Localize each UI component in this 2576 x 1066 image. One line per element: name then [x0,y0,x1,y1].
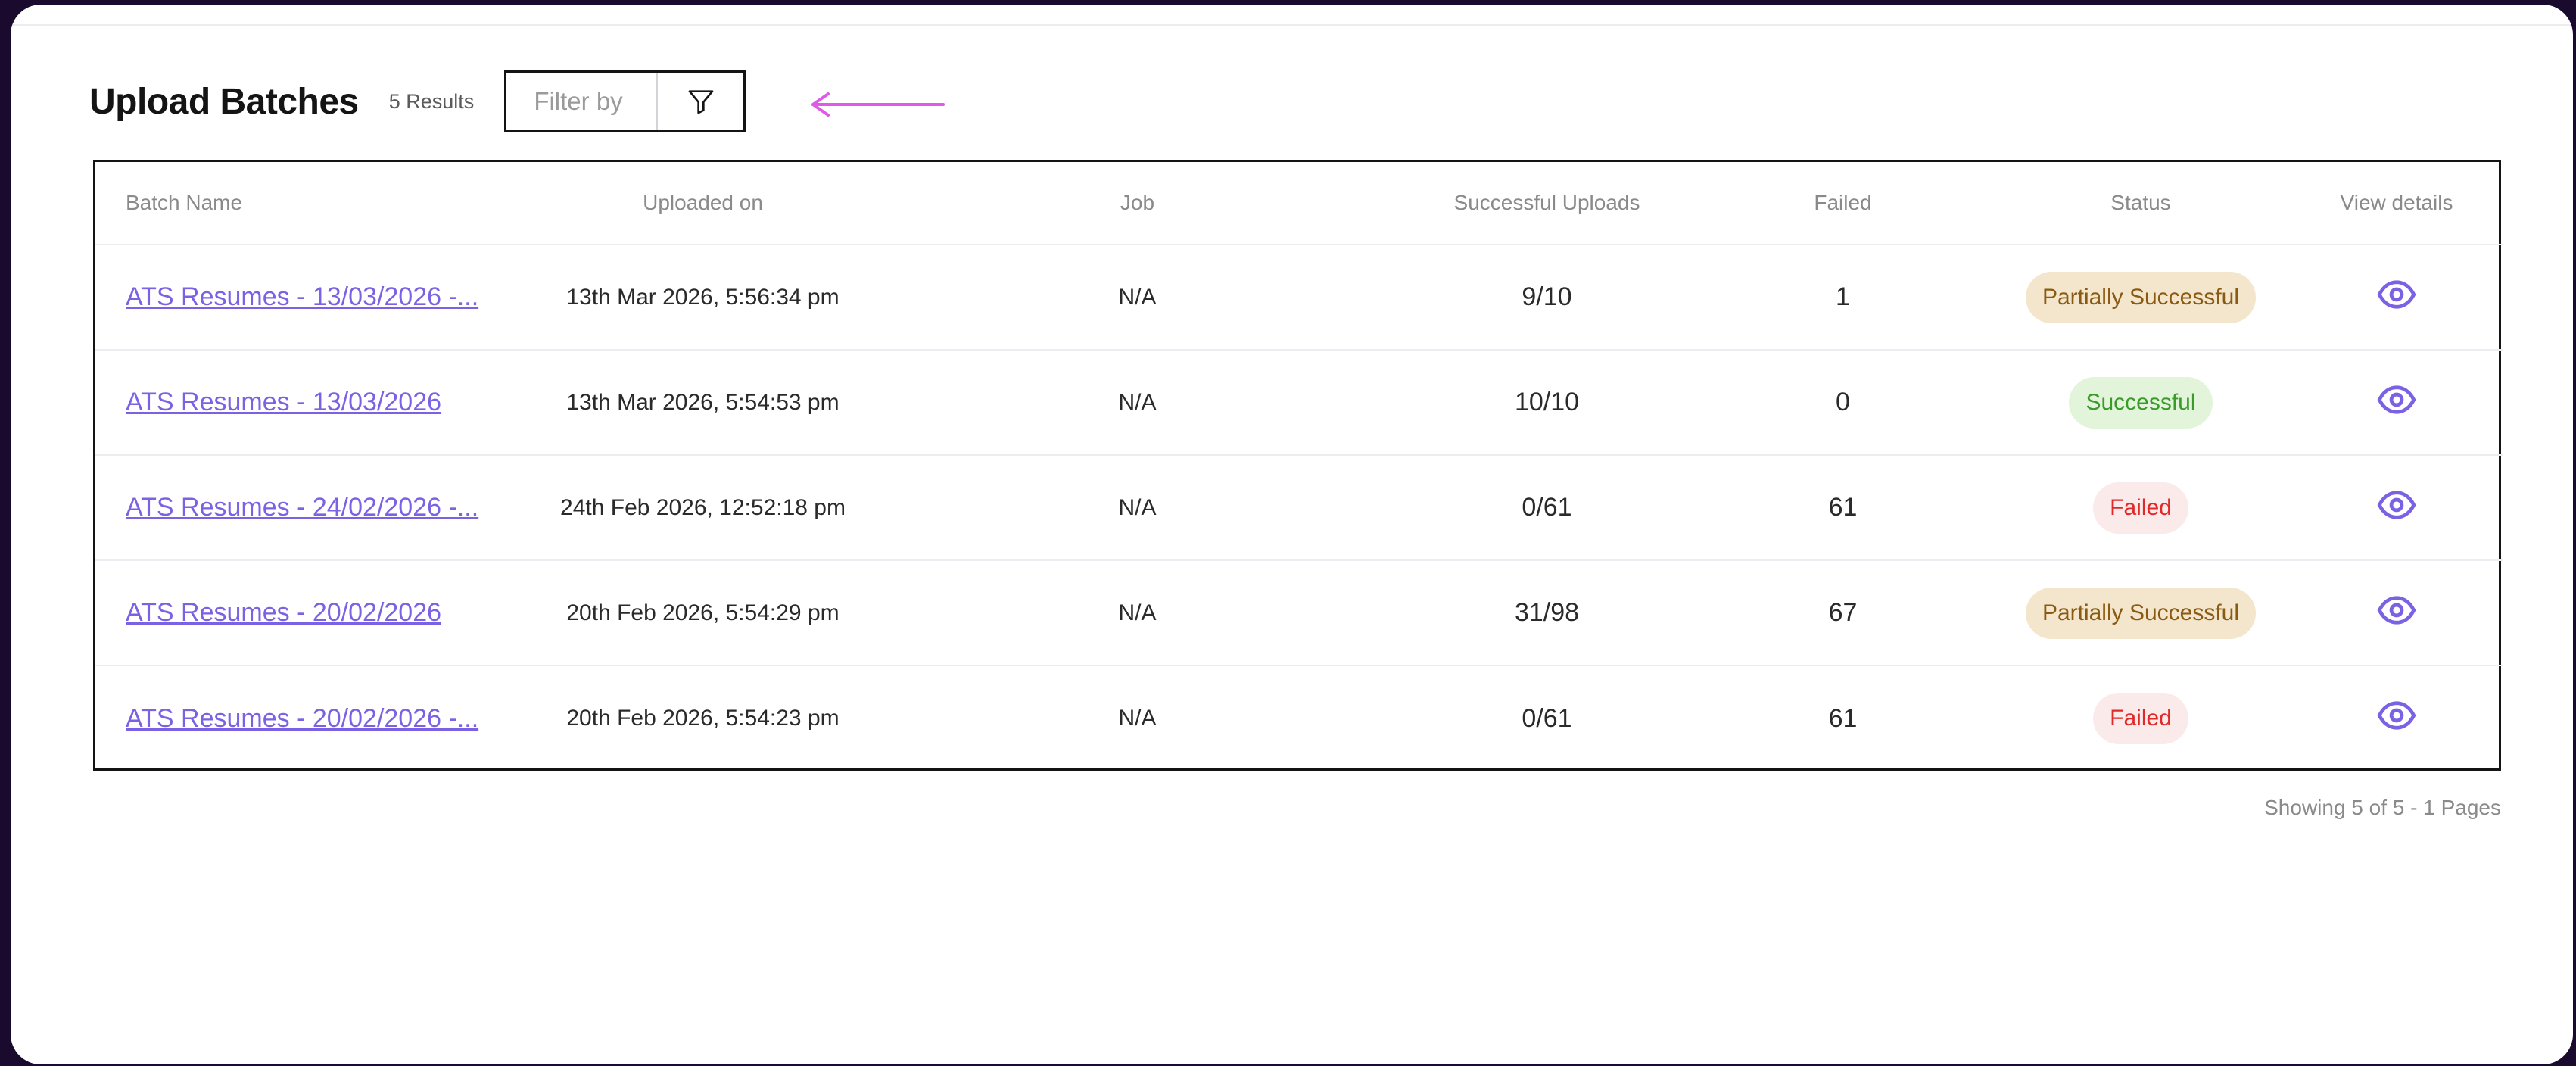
job-cell: N/A [1118,389,1157,415]
eye-icon [2377,595,2416,625]
view-details-button[interactable] [2377,275,2416,314]
table-row: ATS Resumes - 13/03/2026 -... 13th Mar 2… [95,245,2503,350]
view-details-button[interactable] [2377,485,2416,525]
status-badge: Failed [2093,693,2188,744]
successful-uploads-cell: 0/61 [1522,493,1572,522]
eye-icon [2377,701,2416,730]
failed-cell: 1 [1836,282,1850,311]
column-header-uploaded-on: Uploaded on [643,191,763,214]
results-count: 5 Results [388,89,475,113]
eye-icon [2377,490,2416,519]
view-details-button[interactable] [2377,591,2416,630]
batch-name-link[interactable]: ATS Resumes - 20/02/2026 [126,598,441,627]
uploaded-on-cell: 20th Feb 2026, 5:54:29 pm [566,600,839,625]
uploaded-on-cell: 20th Feb 2026, 5:54:23 pm [566,706,839,731]
successful-uploads-cell: 31/98 [1514,598,1580,627]
upload-batches-table: Batch Name Uploaded on Job Successful Up… [93,160,2503,771]
eye-icon [2377,279,2416,309]
failed-cell: 61 [1828,703,1858,733]
successful-uploads-cell: 10/10 [1514,388,1580,416]
column-header-view-details: View details [2340,191,2453,214]
column-header-batch-name: Batch Name [126,191,243,214]
table-row: ATS Resumes - 24/02/2026 -... 24th Feb 2… [95,455,2503,560]
table-header-row: Batch Name Uploaded on Job Successful Up… [95,162,2503,245]
column-header-failed: Failed [1814,191,1872,214]
filter-input[interactable] [506,73,657,130]
status-badge: Partially Successful [2025,587,2257,639]
batch-name-link[interactable]: ATS Resumes - 13/03/2026 [126,388,441,416]
successful-uploads-cell: 0/61 [1522,703,1572,733]
failed-cell: 61 [1828,493,1858,522]
status-badge: Successful [2069,376,2213,429]
status-badge: Partially Successful [2025,271,2257,323]
eye-icon [2377,385,2416,414]
job-cell: N/A [1118,600,1157,625]
pagination-summary: Showing 5 of 5 - 1 Pages [2264,796,2501,819]
column-header-job: Job [1120,191,1155,214]
view-details-button[interactable] [2377,380,2416,419]
failed-cell: 0 [1836,388,1850,416]
table-row: ATS Resumes - 20/02/2026 -... 20th Feb 2… [95,665,2503,771]
batch-name-link[interactable]: ATS Resumes - 24/02/2026 -... [126,493,478,522]
job-cell: N/A [1118,706,1157,731]
table-row: ATS Resumes - 13/03/2026 13th Mar 2026, … [95,350,2503,455]
page-header: Upload Batches 5 Results [89,70,746,133]
successful-uploads-cell: 9/10 [1522,282,1572,311]
uploaded-on-cell: 13th Mar 2026, 5:54:53 pm [566,389,839,415]
app-window: Upload Batches 5 Results Batch Name Uplo… [11,5,2573,1064]
uploaded-on-cell: 13th Mar 2026, 5:56:34 pm [566,284,839,310]
uploaded-on-cell: 24th Feb 2026, 12:52:18 pm [560,494,846,520]
page-title: Upload Batches [89,81,359,122]
filter-icon [688,90,714,114]
job-cell: N/A [1118,284,1157,310]
column-header-successful-uploads: Successful Uploads [1453,191,1640,214]
batch-name-link[interactable]: ATS Resumes - 20/02/2026 -... [126,704,478,733]
failed-cell: 67 [1828,598,1858,627]
column-header-status: Status [2110,191,2171,214]
batch-name-link[interactable]: ATS Resumes - 13/03/2026 -... [126,282,478,311]
filter-box [504,70,746,132]
top-divider [11,24,2573,26]
annotation-arrow-icon [811,92,945,117]
status-badge: Failed [2093,482,2188,534]
filter-button[interactable] [656,73,743,130]
job-cell: N/A [1118,494,1157,520]
table-row: ATS Resumes - 20/02/2026 20th Feb 2026, … [95,560,2503,665]
view-details-button[interactable] [2377,696,2416,735]
